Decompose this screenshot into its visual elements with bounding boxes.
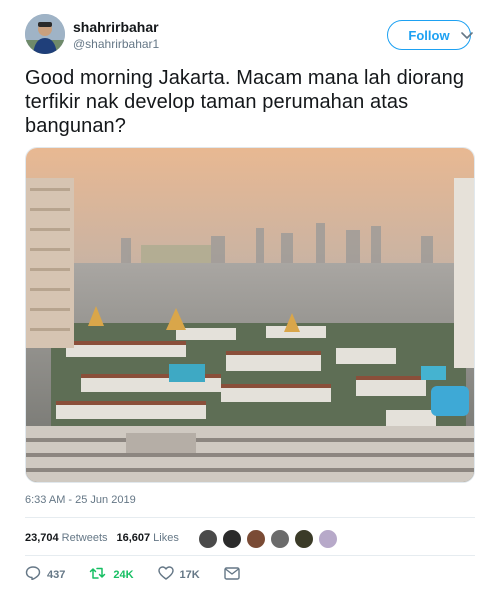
reply-icon xyxy=(25,566,47,583)
heart-icon xyxy=(157,566,180,583)
avatar[interactable] xyxy=(25,14,65,54)
tweet-text: Good morning Jakarta. Macam mana lah dio… xyxy=(25,67,465,137)
reply-count: 437 xyxy=(47,568,66,581)
likers-avatars xyxy=(198,529,342,549)
user-names: shahrirbahar @shahrirbahar1 xyxy=(73,19,159,52)
retweets-count: 23,704 xyxy=(25,532,59,544)
like-count: 17K xyxy=(179,568,200,581)
liker-avatar[interactable] xyxy=(318,529,338,549)
tweet-timestamp[interactable]: 6:33 AM - 25 Jun 2019 xyxy=(25,494,136,506)
message-icon xyxy=(224,566,246,583)
display-name[interactable]: shahrirbahar xyxy=(73,19,159,36)
tweet-header: shahrirbahar @shahrirbahar1 Follow xyxy=(25,14,475,56)
likes-label: Likes xyxy=(153,532,179,544)
retweet-button[interactable]: 24K xyxy=(89,566,134,583)
tweet-photo[interactable] xyxy=(25,147,475,483)
divider xyxy=(25,555,475,556)
retweets-label: Retweets xyxy=(61,532,108,544)
liker-avatar[interactable] xyxy=(246,529,266,549)
user-handle[interactable]: @shahrirbahar1 xyxy=(73,36,159,52)
follow-button[interactable]: Follow xyxy=(387,20,471,50)
tweet-actions: 437 24K 17K xyxy=(25,566,270,583)
likes-stat[interactable]: 16,607 Likes xyxy=(117,532,179,544)
liker-avatar[interactable] xyxy=(270,529,290,549)
like-button[interactable]: 17K xyxy=(157,566,200,583)
liker-avatar[interactable] xyxy=(222,529,242,549)
retweets-stat[interactable]: 23,704 Retweets xyxy=(25,532,108,544)
retweet-count: 24K xyxy=(113,568,134,581)
tweet-stats: 23,704 Retweets 16,607 Likes xyxy=(25,527,188,549)
chevron-down-icon[interactable] xyxy=(461,27,473,45)
reply-button[interactable]: 437 xyxy=(25,566,65,583)
liker-avatar[interactable] xyxy=(294,529,314,549)
liker-avatar[interactable] xyxy=(198,529,218,549)
divider xyxy=(25,517,475,518)
retweet-icon xyxy=(89,566,113,583)
likes-count: 16,607 xyxy=(116,532,151,544)
direct-message-button[interactable] xyxy=(224,566,246,583)
